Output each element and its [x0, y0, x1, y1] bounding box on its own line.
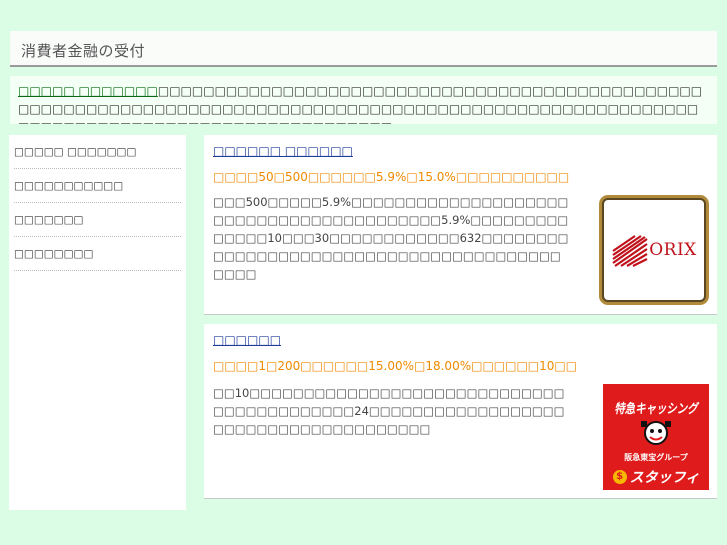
lender-card-orix: □□□□□□ □□□□□□ □□□□50□500□□□□□□5.9%□15.0%… — [204, 135, 717, 315]
sidebar-item-4[interactable]: □□□□□□□□ — [14, 237, 181, 271]
card-title-link[interactable]: □□□□□□ □□□□□□ — [213, 144, 353, 158]
card-description: □□10□□□□□□□□□□□□□□□□□□□□□□□□□□□□□□□□□□□□… — [213, 386, 565, 436]
card-subtitle: □□□□1□200□□□□□□15.00%□18.00%□□□□□□10□□ — [213, 359, 578, 373]
sidebar-item-1[interactable]: □□□□□ □□□□□□□ — [14, 135, 181, 169]
orix-logo-text: ORIX — [649, 240, 697, 260]
sidebar-item-2[interactable]: □□□□□□□□□□□ — [14, 169, 181, 203]
sidebar: □□□□□ □□□□□□□ □□□□□□□□□□□ □□□□□□□ □□□□□□… — [9, 135, 186, 510]
orix-wave-icon — [612, 235, 648, 267]
page-header: 消費者金融の受付 — [10, 31, 717, 67]
orix-logo[interactable]: ORIX — [599, 195, 709, 305]
intro-lead-link[interactable]: □□□□□ □□□□□□□ — [18, 84, 158, 98]
staffy-logo-group: 阪急東宝グループ — [624, 453, 688, 462]
lender-card-staffy: □□□□□□ □□□□1□200□□□□□□15.00%□18.00%□□□□□… — [204, 324, 717, 499]
mascot-icon — [641, 421, 671, 445]
intro-box: □□□□□ □□□□□□□□□□□□□□□□□□□□□□□□□□□□□□□□□□… — [10, 76, 717, 124]
staffy-logo-name: スタッフィ — [629, 470, 700, 486]
page-title: 消費者金融の受付 — [21, 42, 146, 60]
staffy-logo[interactable]: 特急キャッシング 阪急東宝グループ $ スタッフィ — [603, 384, 709, 490]
coin-icon: $ — [612, 470, 627, 484]
card-description: □□□500□□□□□5.9%□□□□□□□□□□□□□□□□□□□□□□□□□… — [213, 195, 569, 281]
card-title-link[interactable]: □□□□□□ — [213, 333, 281, 347]
staffy-logo-tagline: 特急キャッシング — [614, 402, 698, 417]
sidebar-item-3[interactable]: □□□□□□□ — [14, 203, 181, 237]
card-subtitle: □□□□50□500□□□□□□5.9%□15.0%□□□□□□□□□□ — [213, 170, 570, 184]
